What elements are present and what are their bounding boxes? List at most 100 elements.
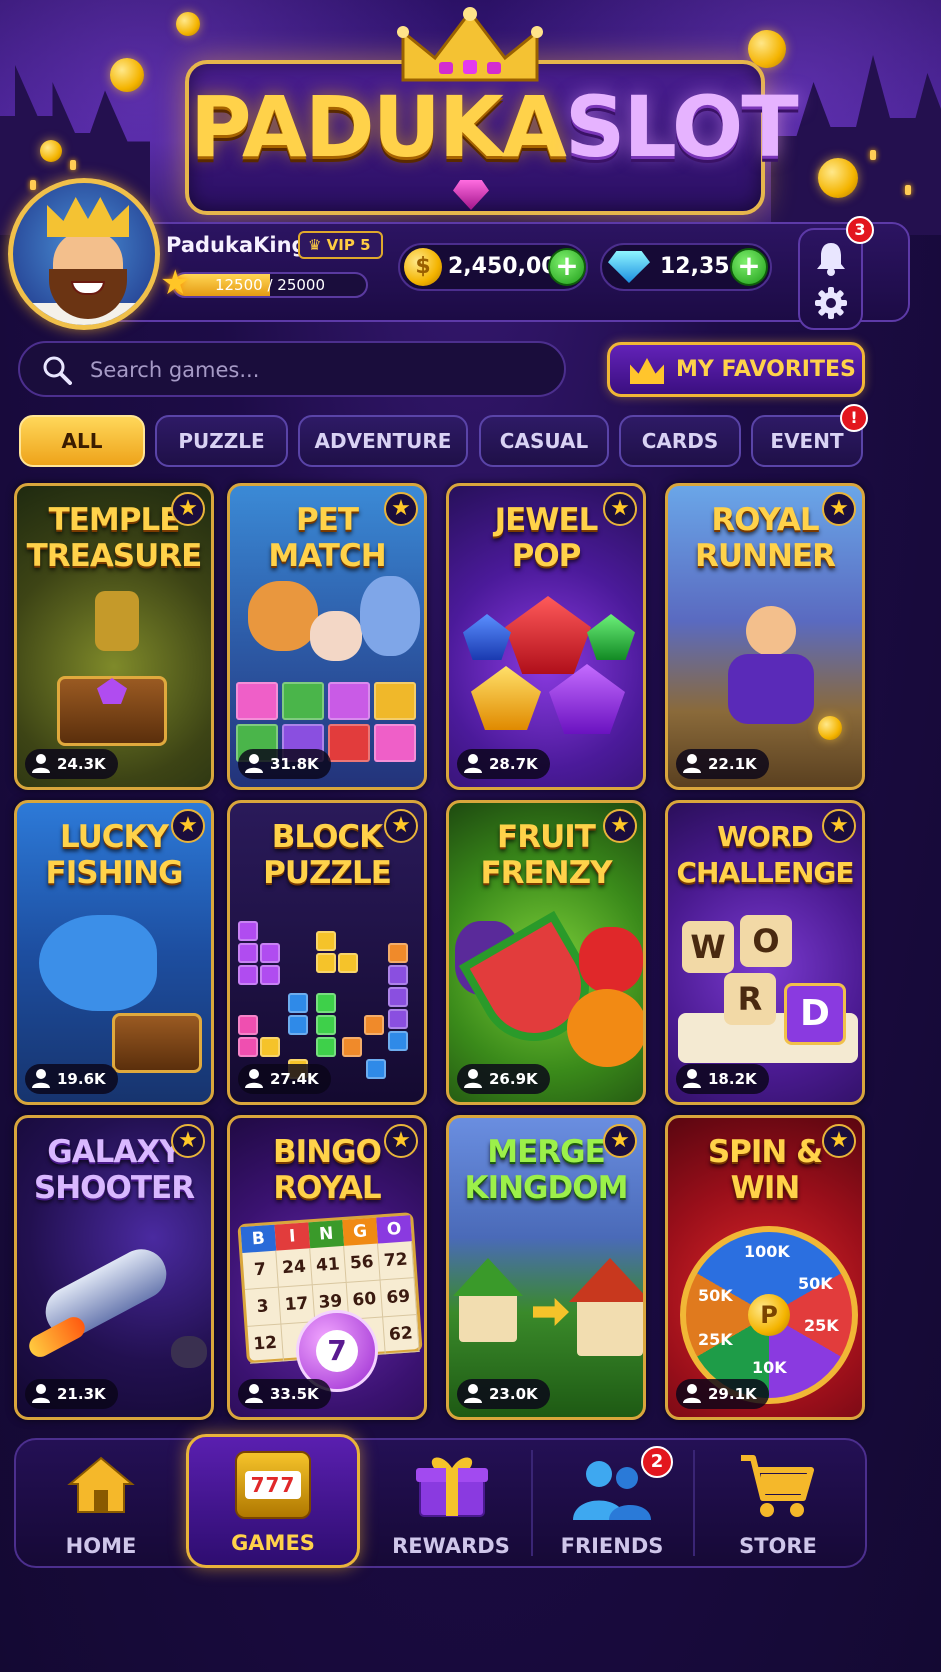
favorite-star-icon[interactable]: ★ (384, 1124, 418, 1158)
floating-coin (110, 58, 144, 92)
block-tile (342, 1037, 362, 1057)
nav-friends[interactable]: 2 FRIENDS (533, 1438, 691, 1568)
favorite-star-icon[interactable]: ★ (603, 1124, 637, 1158)
favorite-star-icon[interactable]: ★ (384, 809, 418, 843)
tab-cards[interactable]: CARDS (619, 415, 741, 467)
tab-adventure[interactable]: ADVENTURE (298, 415, 468, 467)
favorite-star-icon[interactable]: ★ (822, 492, 856, 526)
block-tile (338, 953, 358, 973)
word-tile: O (740, 915, 792, 967)
logo-part-1: PADUKA (190, 78, 567, 176)
paw-tile (374, 724, 416, 762)
game-card-galaxy-shooter[interactable]: GALAXY SHOOTER ★ 21.3K (14, 1115, 214, 1420)
block-tile (288, 993, 308, 1013)
my-favorites-label: MY FAVORITES (676, 357, 856, 382)
favorite-star-icon[interactable]: ★ (822, 809, 856, 843)
player-count-value: 22.1K (708, 755, 757, 773)
game-card-merge-kingdom[interactable]: MERGE KINGDOM ★ 23.0K (446, 1115, 646, 1420)
tab-all[interactable]: ALL (19, 415, 145, 467)
tab-puzzle[interactable]: PUZZLE (155, 415, 288, 467)
user-icon (32, 1384, 50, 1403)
vip-badge: ♛ VIP 5 (298, 231, 383, 259)
idol-statue-art (95, 591, 139, 651)
block-tile (260, 1037, 280, 1057)
nav-friends-label: FRIENDS (560, 1534, 664, 1558)
avatar-crown-icon (47, 197, 129, 237)
bingo-header-cell: O (376, 1215, 412, 1244)
game-card-lucky-fishing[interactable]: LUCKY FISHING ★ 19.6K (14, 800, 214, 1105)
game-card-block-puzzle[interactable]: BLOCK PUZZLE ★ 27.4K (227, 800, 427, 1105)
nav-store[interactable]: STORE (695, 1438, 861, 1568)
game-card-bingo-royal[interactable]: B I N G O 7 24 41 56 72 3 17 39 60 69 12 62 7 BINGO ROYA… (227, 1115, 427, 1420)
nav-rewards[interactable]: REWARDS (372, 1438, 530, 1568)
add-gems-button[interactable]: + (730, 248, 768, 286)
treasure-chest-art (112, 1013, 202, 1073)
block-tile (238, 943, 258, 963)
player-count: 19.6K (25, 1064, 118, 1094)
block-tile (316, 1037, 336, 1057)
fish-art (39, 915, 157, 1011)
game-card-pet-match[interactable]: PET MATCH ★ 31.8K (227, 483, 427, 790)
nav-home[interactable]: HOME (18, 1438, 184, 1568)
favorite-star-icon[interactable]: ★ (171, 809, 205, 843)
gear-icon[interactable] (814, 286, 848, 320)
block-tile (366, 1059, 386, 1079)
player-count-value: 19.6K (57, 1070, 106, 1088)
home-icon (67, 1456, 135, 1513)
game-card-spin-win[interactable]: 100K 50K 25K 10K 25K 50K P SPIN & WIN ★ … (665, 1115, 865, 1420)
favorite-star-icon[interactable]: ★ (822, 1124, 856, 1158)
favorite-star-icon[interactable]: ★ (171, 492, 205, 526)
floating-coin (40, 140, 62, 162)
favorite-star-icon[interactable]: ★ (603, 492, 637, 526)
player-count-value: 28.7K (489, 755, 538, 773)
arrow-right-icon (533, 1298, 569, 1326)
word-tile: D (784, 983, 846, 1045)
game-card-word-challenge[interactable]: W O R D WORD CHALLENGE ★ 18.2K (665, 800, 865, 1105)
heart-tile (328, 724, 370, 762)
game-card-fruit-frenzy[interactable]: FRUIT FRENZY ★ 26.9K (446, 800, 646, 1105)
favorite-star-icon[interactable]: ★ (384, 492, 418, 526)
favorite-star-icon[interactable]: ★ (171, 1124, 205, 1158)
wheel-segment: 50K (698, 1286, 733, 1305)
search-input[interactable] (90, 351, 550, 389)
nav-games[interactable]: 777 GAMES (186, 1434, 360, 1568)
block-tile (364, 1015, 384, 1035)
block-tile (316, 1015, 336, 1035)
crown-icon (630, 358, 664, 384)
block-tile (388, 1009, 408, 1029)
slot-machine-icon: 777 (235, 1451, 311, 1519)
castle-window (870, 150, 876, 160)
bingo-header-cell: G (342, 1217, 379, 1246)
wheel-center: P (748, 1294, 790, 1336)
player-count: 31.8K (238, 749, 331, 779)
small-roof-art (453, 1258, 523, 1296)
castle-window (30, 180, 36, 190)
game-card-royal-runner[interactable]: ROYAL RUNNER ★ 22.1K (665, 483, 865, 790)
asteroid-art (171, 1336, 207, 1368)
bell-icon[interactable] (815, 240, 847, 276)
game-card-jewel-pop[interactable]: JEWEL POP ★ 28.7K (446, 483, 646, 790)
coin-icon: $ (404, 248, 442, 286)
game-card-temple-treasure[interactable]: TEMPLE TREASURE ★ 24.3K (14, 483, 214, 790)
tab-casual[interactable]: CASUAL (479, 415, 609, 467)
event-alert-badge: ! (840, 404, 868, 432)
small-house-art (459, 1290, 517, 1342)
user-icon (245, 1384, 263, 1403)
user-icon (464, 1069, 482, 1088)
player-count-value: 33.5K (270, 1385, 319, 1403)
player-count-value: 21.3K (57, 1385, 106, 1403)
player-count-value: 29.1K (708, 1385, 757, 1403)
avatar[interactable] (8, 178, 160, 330)
bingo-number-cell: 7 (242, 1250, 279, 1290)
gem-balance: 12,350 + (600, 243, 772, 291)
favorite-star-icon[interactable]: ★ (603, 809, 637, 843)
paw-tile (328, 682, 370, 720)
add-coins-button[interactable]: + (548, 248, 586, 286)
bingo-header-cell: I (274, 1222, 311, 1251)
nav-rewards-label: REWARDS (392, 1534, 510, 1558)
floating-coin (176, 12, 200, 36)
cart-icon (741, 1455, 814, 1517)
leaf-tile (282, 682, 324, 720)
wheel-segment: 25K (698, 1330, 733, 1349)
my-favorites-button[interactable]: MY FAVORITES (607, 342, 865, 397)
